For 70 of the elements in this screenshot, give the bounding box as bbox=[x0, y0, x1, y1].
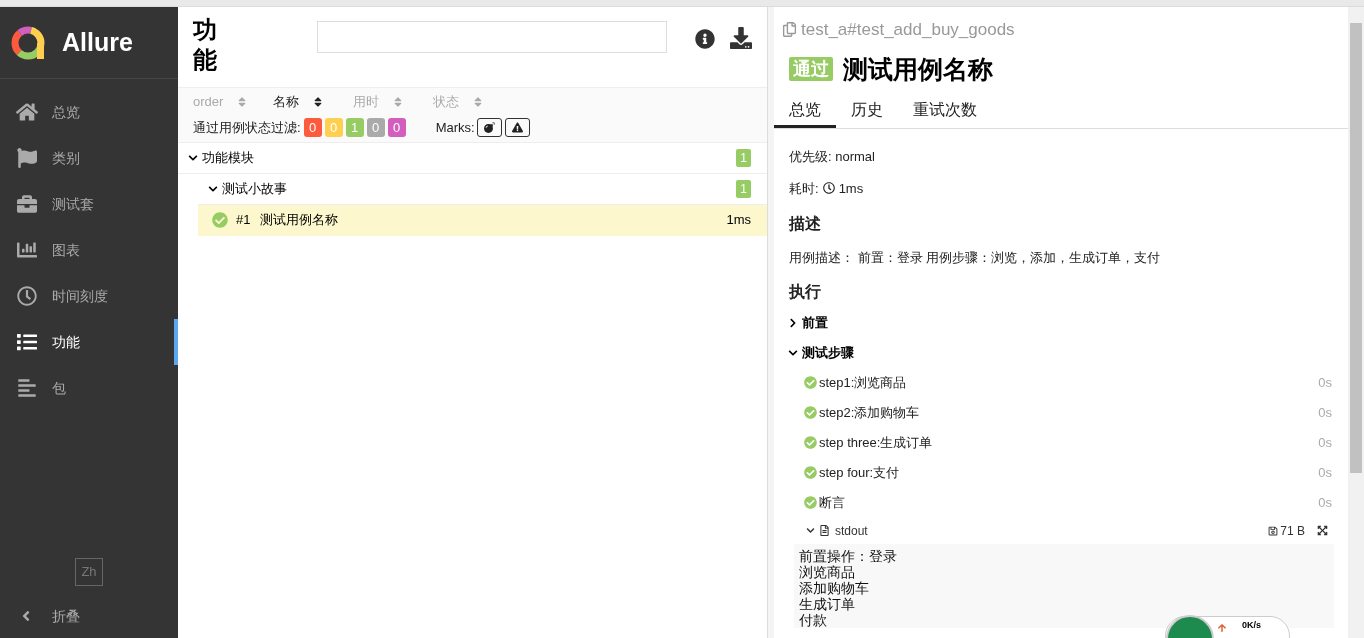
description-text: 用例描述： 前置：登录 用例步骤：浏览，添加，生成订单，支付 bbox=[789, 249, 1162, 267]
chevron-right-icon bbox=[788, 317, 798, 328]
file-icon bbox=[819, 525, 830, 536]
upload-arrow-icon bbox=[1218, 623, 1226, 633]
sidebar-item[interactable]: 功能 bbox=[0, 319, 178, 365]
clock-icon bbox=[16, 286, 38, 306]
status-badge: 通过 bbox=[789, 57, 833, 82]
logo-icon bbox=[10, 24, 46, 61]
lines-icon bbox=[16, 378, 38, 398]
step-row[interactable]: 断言 0s bbox=[774, 487, 1348, 518]
bar-chart-icon bbox=[16, 240, 38, 260]
step-row[interactable]: step2:添加购物车 0s bbox=[774, 397, 1348, 428]
sort-icon bbox=[473, 96, 483, 108]
chevron-down-icon bbox=[188, 152, 198, 163]
marks-label: Marks: bbox=[435, 119, 475, 137]
chevron-left-icon bbox=[20, 608, 32, 624]
tab[interactable]: 重试次数 bbox=[898, 94, 992, 128]
flaky-mark-button[interactable] bbox=[476, 118, 502, 138]
test-case-title: 测试用例名称 bbox=[843, 53, 993, 85]
tree-group-row[interactable]: 功能模块 1 bbox=[178, 142, 767, 174]
bomb-icon bbox=[483, 122, 495, 134]
info-icon[interactable] bbox=[695, 29, 715, 49]
attachment-row[interactable]: stdout 71 B bbox=[774, 517, 1348, 544]
warning-mark-button[interactable] bbox=[504, 118, 530, 138]
chevron-down-icon bbox=[208, 183, 218, 194]
tree-group-row[interactable]: 测试小故事 1 bbox=[198, 173, 767, 205]
sort-icon bbox=[393, 96, 403, 108]
collapse-button[interactable]: 折叠 bbox=[0, 594, 178, 638]
section-heading: 描述 bbox=[789, 214, 822, 234]
sidebar-item[interactable]: 时间刻度 bbox=[0, 273, 178, 319]
search-field[interactable] bbox=[317, 21, 667, 53]
network-speed: 0K/s bbox=[1242, 619, 1261, 632]
duration-value: 1ms bbox=[838, 179, 864, 198]
sidebar-item[interactable]: 测试套 bbox=[0, 181, 178, 227]
sidebar-item[interactable]: 总览 bbox=[0, 89, 178, 135]
sort-icon bbox=[237, 96, 248, 108]
copy-icon[interactable] bbox=[782, 22, 797, 38]
test-case-row[interactable]: #1 测试用例名称 1ms bbox=[198, 204, 767, 236]
step-row[interactable]: step four:支付 0s bbox=[774, 457, 1348, 488]
download-icon[interactable] bbox=[730, 27, 752, 49]
step-row[interactable]: step1:浏览商品 0s bbox=[774, 367, 1348, 398]
chevron-down-icon bbox=[788, 347, 798, 358]
expand-icon[interactable] bbox=[1317, 525, 1328, 536]
count-badge: 1 bbox=[736, 179, 751, 198]
tab[interactable]: 历史 bbox=[836, 94, 898, 128]
test-uid: test_a#test_add_buy_goods bbox=[801, 19, 1015, 41]
filter-label: 通过用例状态过滤: bbox=[193, 119, 301, 137]
tab[interactable]: 总览 bbox=[774, 94, 836, 128]
step-group-row[interactable]: 前置 bbox=[774, 307, 1348, 338]
clock-icon bbox=[822, 182, 835, 195]
list-icon bbox=[16, 332, 38, 352]
sort-column[interactable]: 名称 bbox=[273, 92, 353, 112]
flag-icon bbox=[16, 148, 38, 168]
home-icon bbox=[16, 102, 38, 122]
section-heading: 执行 bbox=[789, 281, 822, 302]
scrollbar[interactable] bbox=[1348, 7, 1364, 638]
chevron-down-icon bbox=[806, 526, 815, 535]
sidebar-item[interactable]: 图表 bbox=[0, 227, 178, 273]
duration-label: 耗时: bbox=[789, 179, 819, 198]
briefcase-icon bbox=[16, 194, 38, 214]
sidebar-item[interactable]: 包 bbox=[0, 365, 178, 411]
sort-icon bbox=[313, 96, 323, 108]
page-title: 功能 bbox=[193, 15, 217, 75]
priority-text: 优先级: normal bbox=[789, 148, 876, 166]
logo-text: Allure bbox=[62, 26, 133, 58]
count-badge: 1 bbox=[736, 148, 751, 167]
step-group-row[interactable]: 测试步骤 bbox=[774, 337, 1348, 368]
sidebar-item[interactable]: 类别 bbox=[0, 135, 178, 181]
step-row[interactable]: step three:生成订单 0s bbox=[774, 427, 1348, 458]
warning-icon bbox=[511, 122, 523, 134]
